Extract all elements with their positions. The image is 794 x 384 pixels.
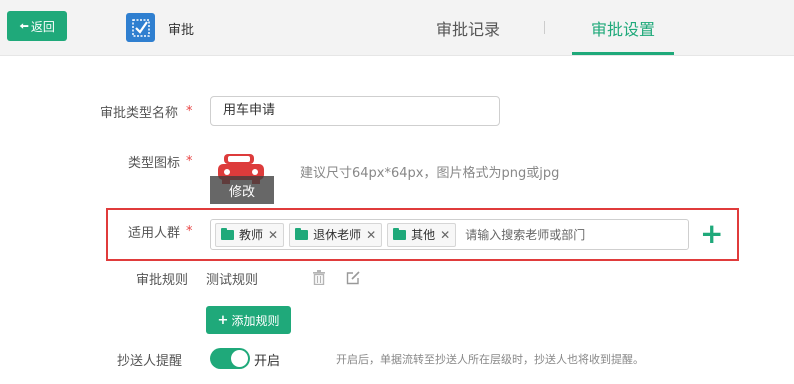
chip-label: 其他	[411, 228, 436, 242]
required-mark: *	[186, 224, 193, 239]
add-rule-button[interactable]: + 添加规则	[206, 306, 291, 334]
cc-reminder-toggle[interactable]	[210, 348, 250, 369]
close-icon[interactable]: ✕	[440, 228, 450, 242]
edit-icon-button[interactable]: 修改	[210, 176, 274, 204]
plus-icon: +	[217, 312, 229, 328]
close-icon[interactable]: ✕	[268, 228, 278, 242]
trash-icon[interactable]	[312, 270, 326, 286]
back-button[interactable]: 🠨 返回	[7, 11, 67, 41]
add-audience-button[interactable]: +	[700, 220, 723, 248]
audience-label: 适用人群	[127, 226, 180, 241]
back-button-label: 返回	[30, 19, 55, 34]
audience-chip: 其他 ✕	[387, 222, 457, 247]
tab-approval-records[interactable]: 审批记录	[420, 0, 516, 56]
folder-icon	[221, 227, 234, 240]
audience-chip: 退休老师 ✕	[289, 222, 383, 247]
top-header: 🠨 返回 审批 审批记录 审批设置	[0, 0, 794, 56]
icon-size-hint: 建议尺寸64px*64px，图片格式为png或jpg	[300, 166, 560, 181]
toggle-knob	[231, 350, 248, 367]
required-mark: *	[186, 154, 193, 169]
app-title: 审批	[168, 23, 195, 38]
arrow-left-icon: 🠨	[19, 19, 29, 33]
edit-icon[interactable]	[346, 270, 360, 285]
type-icon-label: 类型图标	[127, 156, 180, 171]
chip-label: 退休老师	[313, 228, 362, 242]
add-rule-label: 添加规则	[231, 313, 280, 328]
audience-search-placeholder[interactable]: 请输入搜索老师或部门	[465, 226, 585, 243]
audience-chip: 教师 ✕	[215, 222, 285, 247]
approval-app-icon	[126, 13, 155, 42]
type-name-label: 审批类型名称	[99, 106, 178, 121]
required-mark: *	[186, 104, 193, 119]
cc-reminder-hint: 开启后，单据流转至抄送人所在层级时，抄送人也将收到提醒。	[336, 353, 644, 366]
toggle-state-label: 开启	[254, 354, 281, 369]
folder-icon	[393, 227, 407, 240]
rules-label: 审批规则	[135, 273, 188, 288]
chip-label: 教师	[239, 228, 264, 242]
type-name-input[interactable]: 用车申请	[210, 96, 500, 126]
close-icon[interactable]: ✕	[366, 228, 376, 242]
tab-approval-settings[interactable]: 审批设置	[572, 0, 674, 56]
folder-icon	[295, 227, 309, 240]
cc-reminder-label: 抄送人提醒	[116, 354, 182, 369]
active-tab-underline	[572, 52, 674, 55]
audience-selector[interactable]: 教师 ✕ 退休老师 ✕ 其他 ✕ 请输入搜索老师或部门	[210, 219, 689, 250]
rule-name: 测试规则	[206, 273, 259, 288]
approval-settings-page: 🠨 返回 审批 审批记录 审批设置 审批类型名称 * 用车申请 类型图标 * 修…	[0, 0, 794, 384]
tab-divider	[544, 21, 545, 34]
